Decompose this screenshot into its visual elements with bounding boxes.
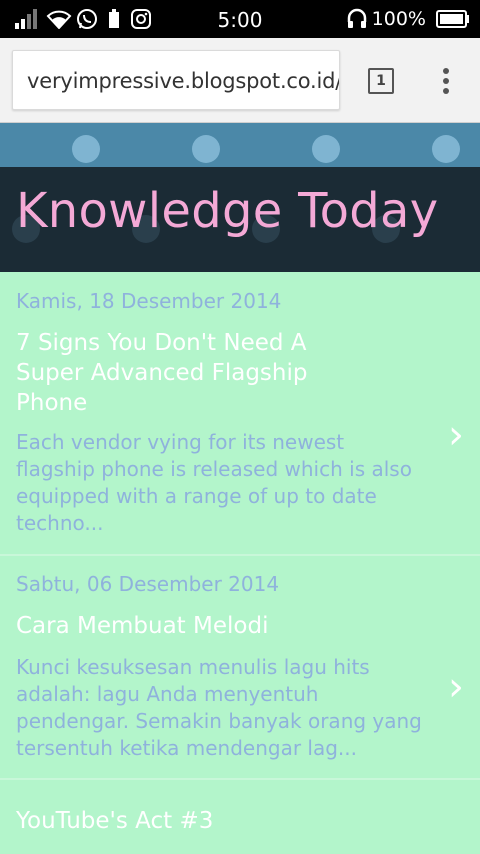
- post-date: Kamis, 18 Desember 2014: [16, 289, 282, 313]
- header-pattern-band: [0, 123, 480, 167]
- battery-icon: [436, 10, 469, 28]
- tab-switcher-button[interactable]: 1: [368, 68, 394, 94]
- post-title[interactable]: YouTube's Act #3: [16, 806, 416, 836]
- url-text: veryimpressive.blogspot.co.id/: [27, 69, 340, 93]
- blog-header: Knowledge Today: [0, 123, 480, 272]
- headphones-icon: [347, 8, 367, 28]
- url-field[interactable]: veryimpressive.blogspot.co.id/: [12, 50, 340, 110]
- post-snippet: Kunci kesuksesan menulis lagu hits adala…: [16, 655, 422, 760]
- chevron-right-icon[interactable]: ›: [448, 412, 464, 458]
- post-snippet: Each vendor vying for its newest flagshi…: [16, 430, 412, 535]
- blog-title[interactable]: Knowledge Today: [16, 183, 438, 239]
- post-date: Sabtu, 06 Desember 2014: [16, 572, 280, 596]
- post-title[interactable]: Cara Membuat Melodi: [16, 611, 416, 641]
- battery-percent: 100%: [371, 8, 426, 30]
- post-title[interactable]: 7 Signs You Don't Need A Super Advanced …: [16, 328, 336, 418]
- status-bar: 5:00 100%: [0, 0, 480, 38]
- post-item[interactable]: Kamis, 18 Desember 2014 7 Signs You Don'…: [0, 272, 480, 554]
- browser-toolbar: veryimpressive.blogspot.co.id/ 1: [0, 38, 480, 123]
- post-item[interactable]: Sabtu, 06 Desember 2014 Cara Membuat Mel…: [0, 556, 480, 778]
- menu-more-icon[interactable]: [436, 66, 456, 96]
- chevron-right-icon[interactable]: ›: [448, 664, 464, 710]
- post-item[interactable]: YouTube's Act #3: [0, 780, 480, 854]
